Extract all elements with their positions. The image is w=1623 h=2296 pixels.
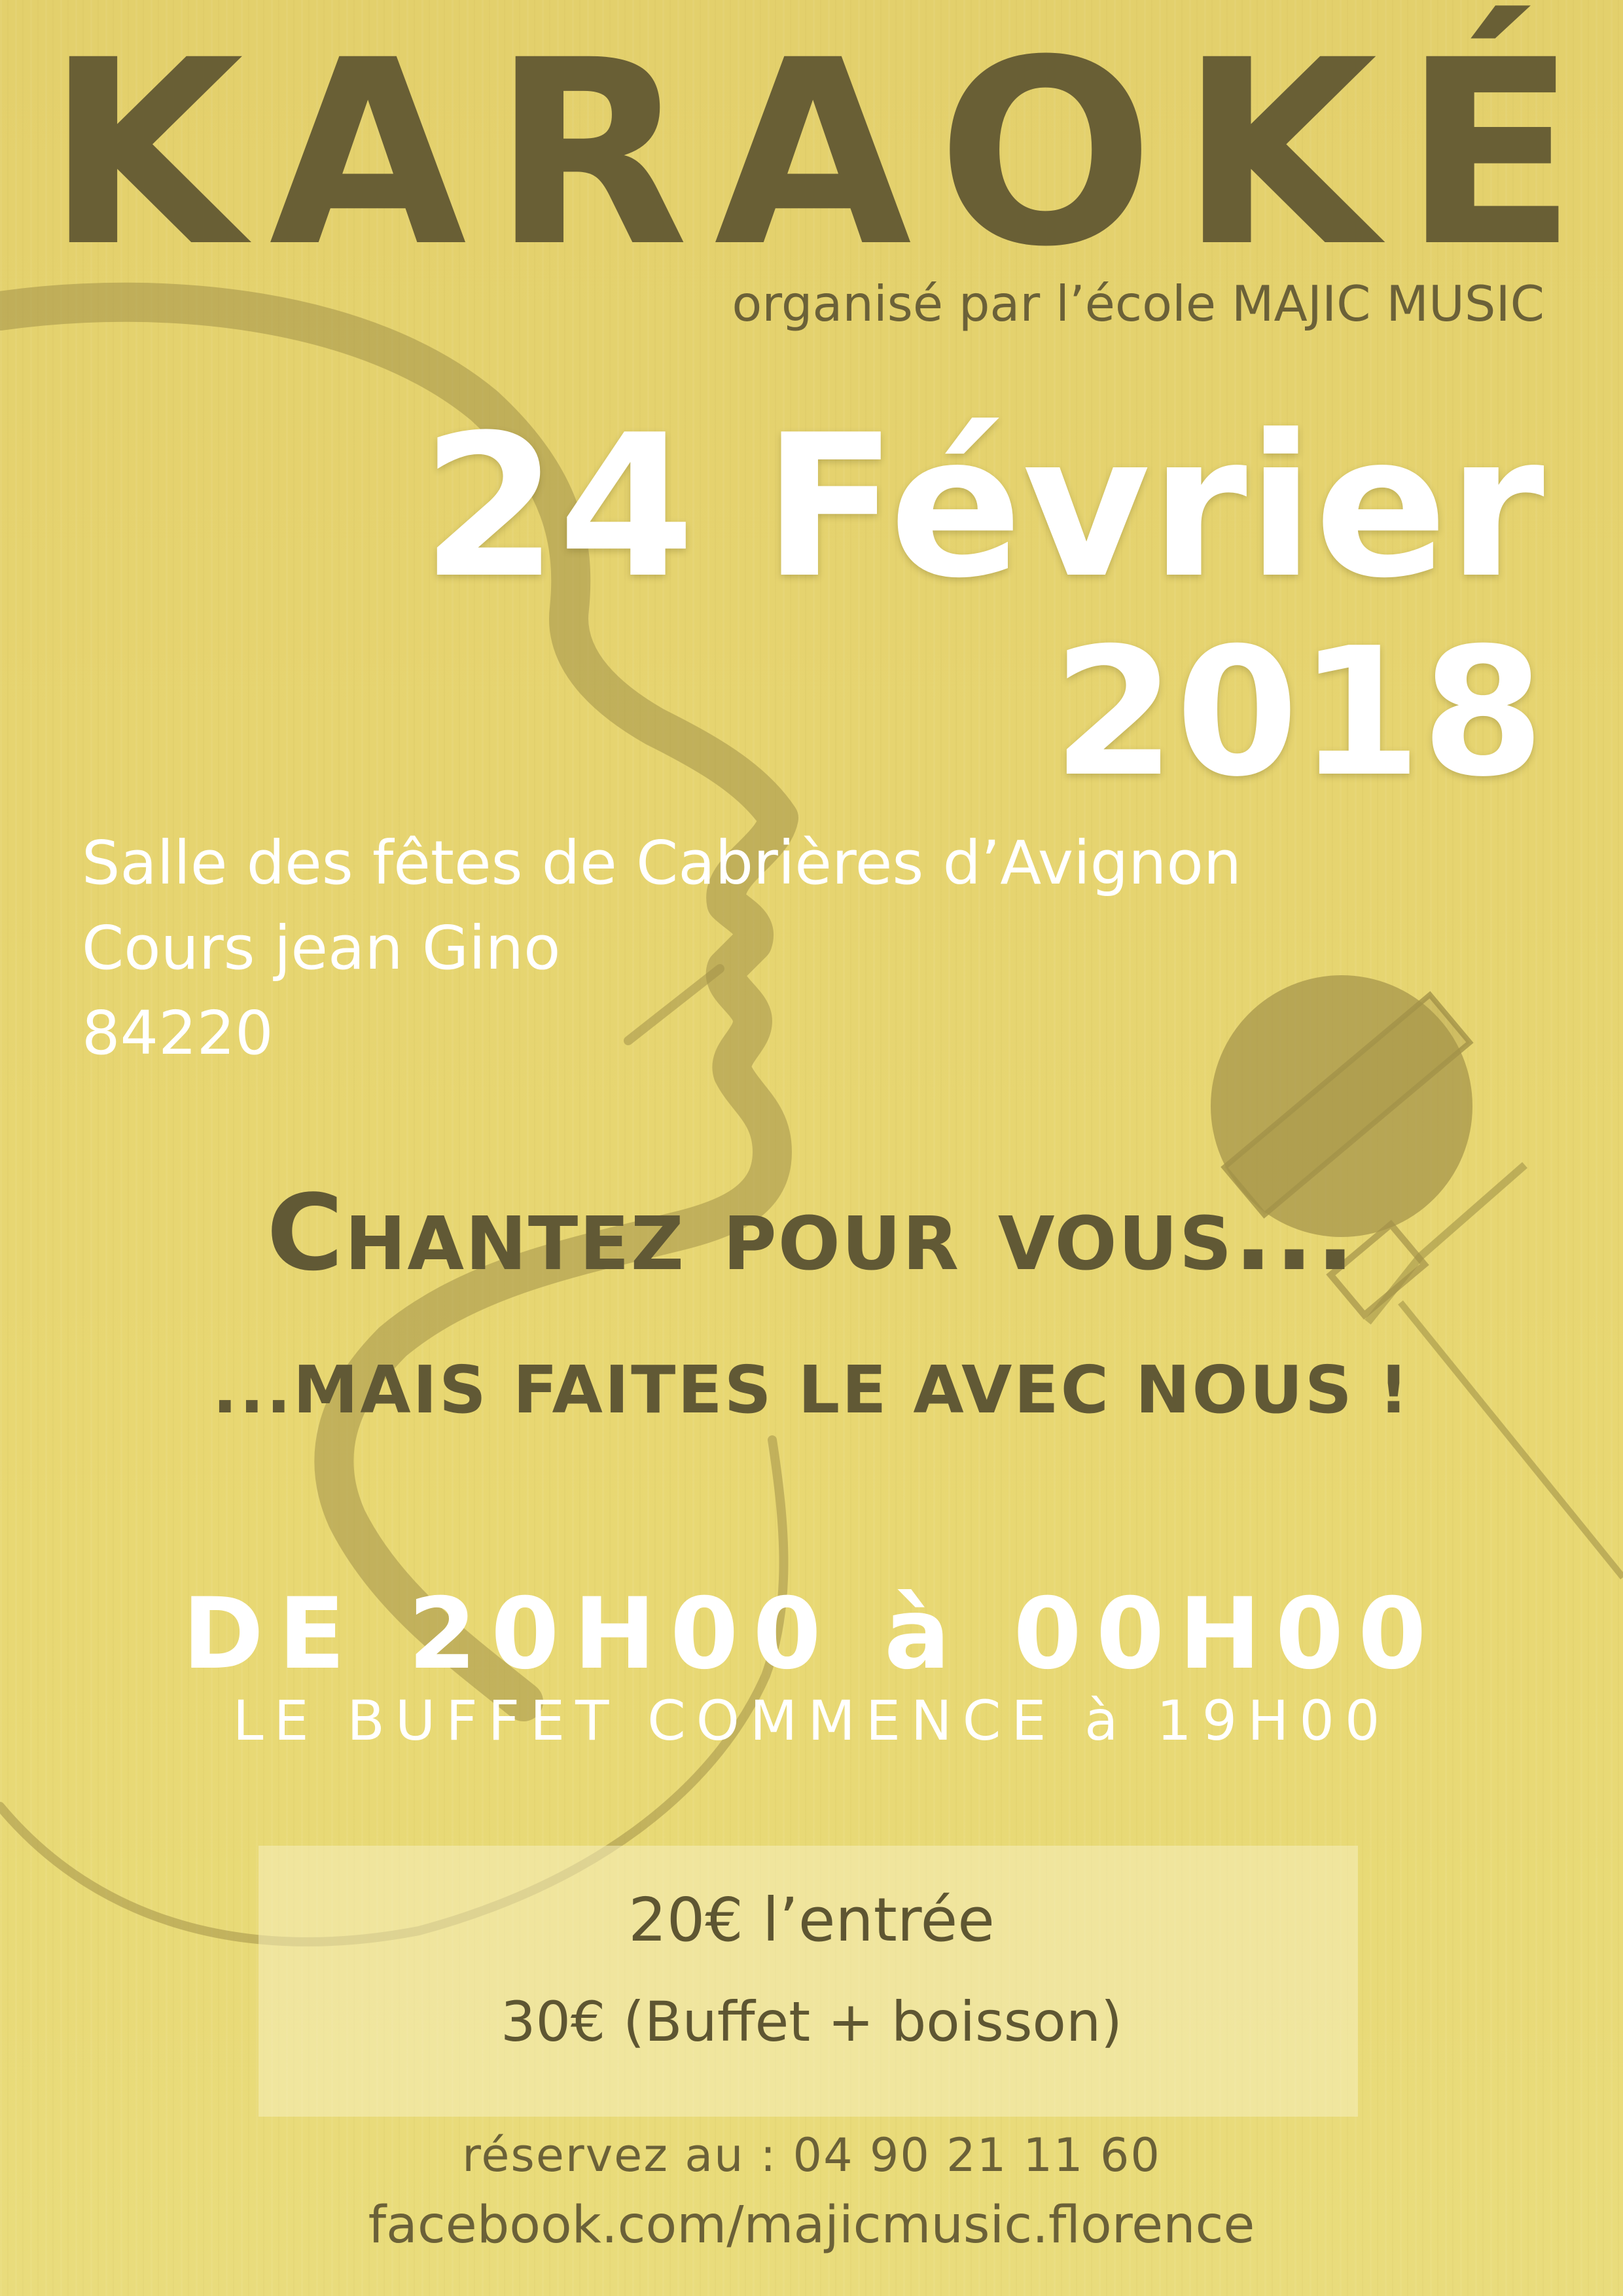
event-date: 24 Février bbox=[421, 393, 1544, 621]
title-letter: K bbox=[46, 5, 244, 302]
title-letter: É bbox=[1402, 5, 1577, 302]
buffet-start-time: LE BUFFET COMMENCE à 19H00 bbox=[232, 1689, 1391, 1753]
title-letter: A bbox=[714, 5, 912, 302]
event-year: 2018 bbox=[1052, 609, 1544, 816]
facebook-link[interactable]: facebook.com/majicmusic.florence bbox=[0, 2196, 1623, 2255]
title-letter: R bbox=[491, 5, 689, 302]
slogan-main: Chantez pour vous... bbox=[266, 1172, 1357, 1294]
organizer-line: organisé par l’école MAJIC MUSIC bbox=[732, 275, 1544, 332]
title-letter: O bbox=[936, 5, 1154, 302]
title-letter: K bbox=[1179, 5, 1378, 302]
price-buffet: 30€ (Buffet + boisson) bbox=[501, 1990, 1122, 2054]
address-street: Cours jean Gino bbox=[82, 913, 561, 983]
booking-phone: réservez au : 04 90 21 11 60 bbox=[462, 2128, 1161, 2182]
title-letter: A bbox=[269, 5, 467, 302]
address-venue: Salle des fêtes de Cabrières d’Avignon bbox=[82, 828, 1242, 898]
event-hours: DE 20H00 à 00H00 bbox=[182, 1577, 1441, 1691]
address-postcode: 84220 bbox=[82, 998, 274, 1068]
karaoke-poster: K A R A O K É organisé par l’école MAJIC… bbox=[0, 0, 1623, 2296]
poster-title: K A R A O K É bbox=[46, 5, 1577, 302]
price-entry: 20€ l’entrée bbox=[628, 1885, 995, 1955]
slogan-secondary: ...MAIS FAITES LE AVEC NOUS ! bbox=[212, 1352, 1411, 1428]
